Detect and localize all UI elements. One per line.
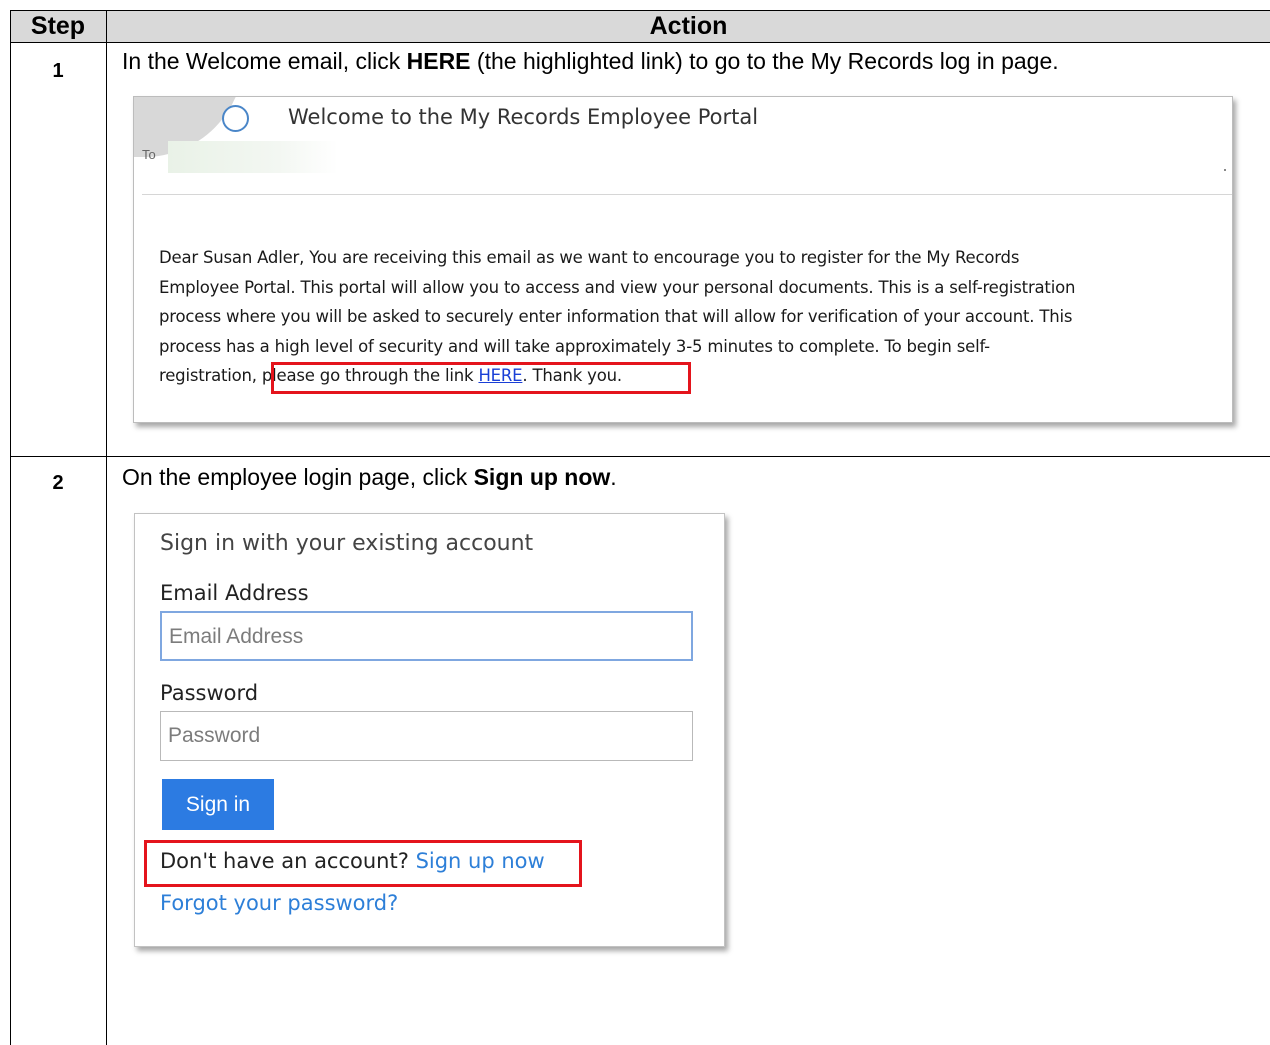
email-header-divider bbox=[142, 194, 1232, 195]
table-row-divider bbox=[10, 456, 1270, 457]
step-number: 2 bbox=[52, 472, 64, 494]
email-body-line: Employee Portal. This portal will allow … bbox=[159, 277, 1076, 297]
email-body-line: Dear Susan Adler, You are receiving this… bbox=[159, 248, 1020, 267]
instruction-text: On the employee login page, click bbox=[122, 464, 474, 490]
password-label: Password bbox=[160, 681, 259, 705]
login-title: Sign in with your existing account bbox=[160, 531, 534, 556]
step-instruction: In the Welcome email, click HERE (the hi… bbox=[122, 48, 1059, 75]
step-instruction: On the employee login page, click Sign u… bbox=[122, 464, 617, 491]
email-subject: Welcome to the My Records Employee Porta… bbox=[288, 105, 759, 129]
password-field[interactable]: Password bbox=[160, 711, 693, 761]
email-body-line: process where you will be asked to secur… bbox=[159, 307, 1073, 326]
login-page-screenshot: Sign in with your existing account Email… bbox=[134, 513, 725, 947]
highlight-box bbox=[144, 840, 582, 887]
email-label: Email Address bbox=[160, 581, 309, 605]
email-dot bbox=[1224, 169, 1226, 171]
header-action: Action bbox=[649, 12, 728, 40]
table-header-divider bbox=[10, 42, 1270, 43]
welcome-email-screenshot: Welcome to the My Records Employee Porta… bbox=[133, 96, 1233, 423]
unread-circle-icon bbox=[222, 105, 249, 132]
instruction-text: In the Welcome email, click bbox=[122, 48, 407, 74]
table-column-divider bbox=[106, 10, 107, 1045]
email-to-label: To bbox=[142, 147, 156, 162]
instruction-text: (the highlighted link) to go to the My R… bbox=[470, 48, 1059, 74]
highlight-box bbox=[271, 362, 691, 394]
instruction-bold: Sign up now bbox=[473, 464, 611, 490]
header-step: Step bbox=[30, 12, 86, 40]
forgot-password-link[interactable]: Forgot your password? bbox=[160, 891, 398, 915]
table-border-left bbox=[10, 10, 11, 1045]
step-number: 1 bbox=[52, 60, 64, 82]
email-recipient-redacted bbox=[168, 141, 338, 173]
email-field[interactable]: Email Address bbox=[160, 611, 693, 661]
instruction-bold: HERE bbox=[406, 48, 471, 74]
instruction-text: . bbox=[610, 464, 617, 490]
sign-in-button[interactable]: Sign in bbox=[162, 779, 274, 830]
email-body-line: process has a high level of security and… bbox=[159, 336, 990, 356]
